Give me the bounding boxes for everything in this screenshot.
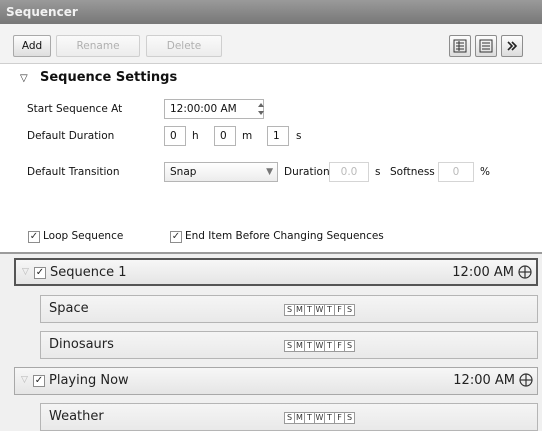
day-toggle[interactable]: S	[344, 304, 355, 316]
settings-header[interactable]: ▽ Sequence Settings	[20, 70, 177, 85]
collapse-triangle-icon[interactable]: ▽	[20, 73, 34, 84]
list-item[interactable]: Weather S M T W T F S	[40, 403, 538, 431]
transition-duration-label: Duration	[284, 166, 330, 178]
item-name: Space	[49, 301, 89, 316]
time-spinner-icon[interactable]	[255, 100, 267, 118]
softness-unit: %	[480, 166, 490, 178]
default-transition-label: Default Transition	[27, 166, 120, 178]
softness-field[interactable]: 0	[438, 162, 474, 182]
item-name: Weather	[49, 409, 104, 424]
day-selector: S M T W T F S	[284, 412, 355, 424]
sequence-enable-checkbox[interactable]: ✓	[33, 375, 45, 387]
end-item-label: End Item Before Changing Sequences	[185, 230, 384, 242]
day-selector: S M T W T F S	[284, 304, 355, 316]
toolbar: Add Rename Delete	[0, 24, 542, 64]
minutes-unit: m	[242, 130, 253, 142]
day-selector: S M T W T F S	[284, 340, 355, 352]
sequence-list: ▽ ✓ Sequence 1 12:00 AM Space S M T W T …	[0, 254, 542, 431]
sequence-time: 12:00 AM	[452, 265, 514, 280]
item-name: Dinosaurs	[49, 337, 114, 352]
seconds-unit: s	[296, 130, 302, 142]
list-item[interactable]: Space S M T W T F S	[40, 295, 538, 323]
end-item-checkbox[interactable]: ✓	[170, 231, 182, 243]
delete-button[interactable]: Delete	[146, 35, 222, 57]
duration-minutes-field[interactable]: 0	[214, 126, 236, 146]
collapse-panel-icon[interactable]	[501, 35, 523, 57]
list-item[interactable]: Dinosaurs S M T W T F S	[40, 331, 538, 359]
softness-label: Softness	[390, 166, 435, 178]
sequence-name: Playing Now	[49, 373, 129, 388]
sequence-enable-checkbox[interactable]: ✓	[34, 267, 46, 279]
sequence-row[interactable]: ▽ ✓ Sequence 1 12:00 AM	[14, 258, 538, 286]
day-toggle[interactable]: S	[344, 412, 355, 424]
sequence-row[interactable]: ▽ ✓ Playing Now 12:00 AM	[14, 367, 538, 395]
transition-duration-unit: s	[375, 166, 381, 178]
clock-icon[interactable]	[518, 265, 532, 279]
clock-icon[interactable]	[519, 373, 533, 387]
start-sequence-label: Start Sequence At	[27, 103, 123, 115]
loop-sequence-label: Loop Sequence	[43, 230, 124, 242]
expand-triangle-icon[interactable]: ▽	[21, 375, 28, 385]
transition-duration-field[interactable]: 0.0	[329, 162, 369, 182]
add-button[interactable]: Add	[13, 35, 51, 57]
list-view-icon[interactable]	[475, 35, 497, 57]
sequence-settings-panel: ▽ Sequence Settings Start Sequence At 12:…	[12, 66, 538, 256]
transition-value: Snap	[170, 166, 197, 178]
sequence-name: Sequence 1	[50, 265, 127, 280]
settings-title: Sequence Settings	[40, 70, 178, 85]
grid-view-icon[interactable]	[449, 35, 471, 57]
day-toggle[interactable]: S	[344, 340, 355, 352]
loop-sequence-checkbox[interactable]: ✓	[28, 231, 40, 243]
transition-select[interactable]: Snap ▼	[164, 162, 278, 182]
sequence-time: 12:00 AM	[453, 373, 515, 388]
window-title: Sequencer	[0, 0, 542, 24]
start-time-field[interactable]: 12:00:00 AM	[164, 99, 264, 119]
chevron-down-icon: ▼	[266, 167, 273, 177]
duration-hours-field[interactable]: 0	[164, 126, 186, 146]
hours-unit: h	[192, 130, 199, 142]
duration-seconds-field[interactable]: 1	[267, 126, 289, 146]
default-duration-label: Default Duration	[27, 130, 115, 142]
expand-triangle-icon[interactable]: ▽	[22, 267, 29, 277]
rename-button[interactable]: Rename	[56, 35, 140, 57]
